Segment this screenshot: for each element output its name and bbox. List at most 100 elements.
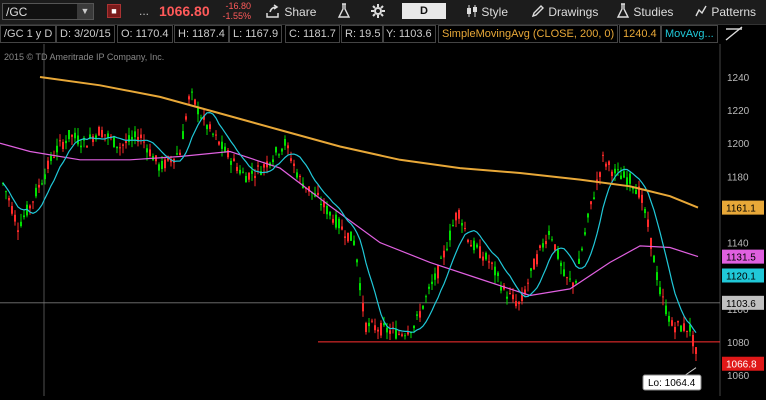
style-button[interactable]: Style (466, 3, 508, 21)
candle-body (245, 176, 247, 183)
candle-body (647, 219, 649, 227)
candle-body (530, 268, 532, 271)
price-tag-label: 1103.6 (726, 299, 756, 310)
sma200-line (39, 76, 699, 209)
candle-body (68, 130, 70, 140)
candle-body (536, 254, 538, 265)
info-close: C: 1181.7 (285, 25, 340, 43)
price-tag-label: 1066.8 (726, 360, 757, 371)
candle-body (149, 149, 151, 157)
candle-body (98, 127, 100, 136)
candle-body (251, 170, 253, 174)
drawings-label: Drawings (548, 5, 599, 19)
symbol-input[interactable]: /GC ▼ (2, 3, 94, 20)
candle-body (515, 301, 517, 307)
chevron-down-icon[interactable]: ▼ (77, 4, 93, 19)
period-selector[interactable]: D (402, 3, 446, 19)
flag-icon[interactable]: ■ (107, 4, 121, 18)
candle-body (395, 328, 397, 339)
flask-icon (337, 3, 351, 18)
candle-body (671, 320, 673, 326)
patterns-button[interactable]: Patterns (694, 3, 756, 21)
candle-body (434, 273, 436, 280)
candle-body (272, 159, 274, 163)
studies-label: Studies (633, 5, 674, 19)
candle-body (248, 172, 250, 180)
candle-body (188, 96, 190, 100)
candle-body (131, 136, 133, 140)
candle-body (611, 171, 613, 177)
share-button[interactable]: Share (265, 3, 316, 21)
candle-body (287, 145, 289, 149)
candle-body (551, 239, 553, 241)
candle-body (119, 147, 121, 149)
candle-body (113, 136, 115, 148)
candle-body (209, 124, 211, 129)
candle-body (320, 203, 322, 206)
candle-body (668, 315, 670, 322)
study2-label[interactable]: MovAvg... (661, 25, 718, 43)
candle-body (656, 272, 658, 281)
chart-label[interactable]: /GC 1 y D (0, 25, 57, 43)
candle-body (299, 175, 301, 178)
candle-body (32, 201, 34, 203)
candle-body (446, 248, 448, 251)
candle-body (464, 228, 466, 230)
low-label: Lo: 1064.4 (648, 378, 696, 389)
more-icon[interactable]: ... (139, 4, 149, 18)
candle-body (326, 205, 328, 215)
candle-body (101, 129, 103, 138)
candle-body (428, 286, 430, 289)
candle-body (290, 158, 292, 162)
flask-button[interactable] (337, 3, 351, 21)
candle-body (8, 197, 10, 201)
candle-body (14, 214, 16, 222)
studies-button[interactable]: Studies (616, 3, 673, 21)
study-label[interactable]: SimpleMovingAvg (CLOSE, 200, 0) (438, 25, 619, 43)
candle-body (116, 146, 118, 149)
drawings-button[interactable]: Drawings (531, 3, 598, 21)
candle-body (275, 147, 277, 153)
draw-tool-button[interactable] (724, 24, 750, 42)
ma-magenta-line (0, 142, 699, 297)
candle-body (17, 230, 19, 232)
candle-body (362, 302, 364, 312)
candle-body (494, 266, 496, 276)
candle-body (584, 232, 586, 235)
info-high: H: 1187.4 (174, 25, 229, 43)
candle-body (590, 201, 592, 205)
candle-body (191, 91, 193, 93)
candle-body (473, 240, 475, 251)
candle-body (50, 155, 52, 161)
candle-body (437, 265, 439, 279)
candle-body (65, 140, 67, 144)
style-label: Style (481, 5, 509, 19)
candle-body (413, 325, 415, 329)
candle-body (533, 259, 535, 270)
candle-body (146, 148, 148, 153)
candle-body (485, 252, 487, 260)
candle-body (176, 153, 178, 155)
toolbar: /GC ▼ ■ ... 1066.80 -16.80 -1.55% Share … (0, 0, 766, 25)
candle-body (194, 99, 196, 105)
candle-body (143, 141, 145, 143)
candle-body (368, 322, 370, 327)
candle-body (161, 161, 163, 169)
study-value: 1240.4 (619, 25, 661, 43)
candle-body (608, 161, 610, 165)
candle-body (374, 325, 376, 331)
candle-body (455, 212, 457, 221)
candle-body (365, 322, 367, 332)
candle-body (41, 183, 43, 185)
candle-body (335, 214, 337, 228)
candle-body (215, 134, 217, 136)
candle-body (38, 184, 40, 188)
candle-body (548, 230, 550, 235)
candle-body (416, 314, 418, 316)
candle-body (233, 158, 235, 162)
candle-body (329, 211, 331, 216)
candle-body (479, 246, 481, 259)
candle-body (497, 272, 499, 276)
y-tick-label: 1240 (727, 73, 750, 84)
settings-button[interactable] (370, 3, 386, 21)
